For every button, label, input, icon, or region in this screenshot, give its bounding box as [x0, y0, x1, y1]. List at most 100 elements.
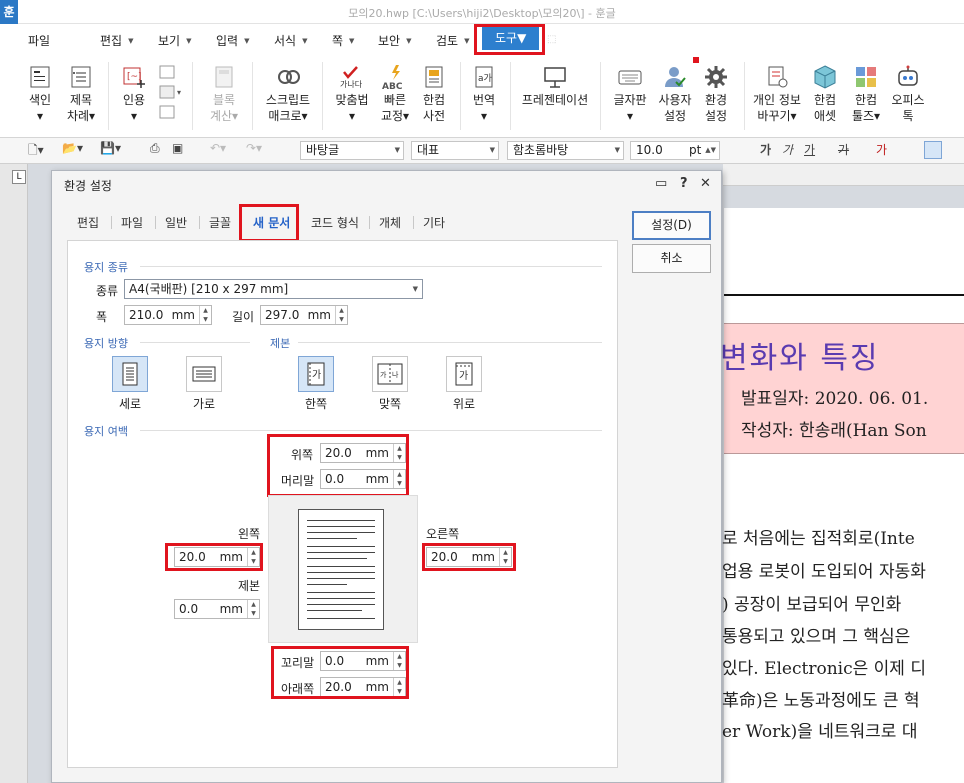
ruler-corner-button[interactable]: L	[12, 170, 26, 184]
gutter-input[interactable]: 0.0 mm ▲ ▼	[174, 599, 260, 619]
spin-icon[interactable]: ▲ ▼	[247, 548, 259, 566]
spin-icon[interactable]: ▲ ▼	[335, 306, 347, 324]
ribbon-asset-button[interactable]: 한컴 애셋	[806, 64, 844, 124]
ribbon-user-settings-label2: 설정	[663, 109, 687, 123]
ribbon-quick-fix-button[interactable]: ABC 빠른 교정▾	[376, 64, 414, 124]
ribbon-cite-extras[interactable]: ▾	[154, 64, 184, 122]
spin-icon: ▲▼	[705, 146, 716, 154]
menu-insert[interactable]: 입력 ▼	[216, 32, 249, 49]
bold-button[interactable]: 가	[760, 141, 771, 158]
window-title: 모의20.hwp [C:\Users\hiji2\Desktop\모의20\] …	[348, 7, 616, 20]
body-line: 革命)은 노동과정에도 큰 혁	[722, 691, 920, 711]
menu-tools[interactable]: 도구▼	[482, 27, 539, 50]
bottom-margin-input[interactable]: 20.0 mm ▲ ▼	[320, 677, 406, 697]
shape-select[interactable]: 대표 ▼	[411, 141, 499, 160]
left-margin-input[interactable]: 20.0 mm ▲ ▼	[174, 547, 260, 567]
header-margin-input[interactable]: 0.0 mm ▲ ▼	[320, 469, 406, 489]
cancel-button[interactable]: 취소	[632, 244, 711, 273]
left-margin-unit: mm	[219, 550, 243, 564]
top-margin-input[interactable]: 20.0 mm ▲ ▼	[320, 443, 406, 463]
ribbon-cite-button[interactable]: [~] 인용 ▾	[114, 64, 154, 124]
ribbon-presentation-button[interactable]: 프레젠테이션	[518, 64, 592, 108]
spin-icon[interactable]: ▲ ▼	[199, 306, 211, 324]
ribbon-toc-button[interactable]: 제목 차례▾	[62, 64, 100, 124]
portrait-option[interactable]	[112, 356, 148, 392]
ribbon-translate-button[interactable]: a가 번역 ▾	[466, 64, 502, 124]
width-input[interactable]: 210.0 mm ▲ ▼	[124, 305, 212, 325]
svg-text:나: 나	[392, 370, 399, 379]
tab-edit[interactable]: 편집	[77, 214, 99, 231]
spin-icon[interactable]: ▲ ▼	[393, 470, 405, 488]
comment-icon[interactable]: ▭	[655, 176, 667, 191]
tab-separator	[155, 216, 156, 229]
ribbon-office-talk-button[interactable]: 오피스 톡	[888, 64, 928, 124]
undo-icon[interactable]: ↶▾	[210, 141, 226, 155]
dialog-title-bar[interactable]	[52, 171, 721, 199]
spin-icon[interactable]: ▲ ▼	[499, 548, 511, 566]
menu-file[interactable]: 파일	[28, 32, 50, 49]
ribbon-privacy-button[interactable]: 개인 정보 바꾸기▾	[752, 64, 802, 124]
ribbon-spell-button[interactable]: 가나다 맞춤법 ▾	[332, 64, 372, 124]
ribbon-keyboard-button[interactable]: 글자판 ▾	[610, 64, 650, 124]
spin-icon[interactable]: ▲ ▼	[393, 652, 405, 670]
redo-icon[interactable]: ↷▾	[246, 141, 262, 155]
open-folder-icon[interactable]: 📂▾	[62, 141, 83, 155]
landscape-option[interactable]	[186, 356, 222, 392]
font-size-input[interactable]: 10.0 pt ▲▼	[630, 141, 720, 160]
underline-button[interactable]: 가	[804, 141, 815, 158]
preview-icon[interactable]: ▣	[172, 141, 183, 155]
window-options-icon[interactable]: ⬚	[547, 34, 563, 45]
menu-format-label: 서식	[274, 34, 297, 48]
strikethrough-button[interactable]: 가	[838, 141, 849, 158]
ribbon-script-button[interactable]: 스크립트 매크로▾	[262, 64, 314, 124]
italic-button[interactable]: 가	[782, 141, 793, 158]
ribbon-env-settings-button[interactable]: 환경 설정	[698, 64, 734, 124]
tab-other[interactable]: 기타	[423, 214, 445, 231]
ribbon-hancom-tools-button[interactable]: 한컴 툴즈▾	[846, 64, 886, 124]
spin-icon[interactable]: ▲ ▼	[247, 600, 259, 618]
right-margin-input[interactable]: 20.0 mm ▲ ▼	[426, 547, 512, 567]
facing-pages-icon: 가나	[377, 363, 403, 385]
ribbon-index-button[interactable]: 색인 ▾	[18, 64, 62, 124]
menu-edit[interactable]: 편집 ▼	[100, 32, 133, 49]
ribbon-env-settings-label2: 설정	[704, 109, 728, 123]
menu-page[interactable]: 쪽 ▼	[332, 32, 354, 49]
tab-font[interactable]: 글꼴	[209, 214, 231, 231]
print-icon[interactable]: ⎙	[150, 141, 160, 156]
footer-margin-input[interactable]: 0.0 mm ▲ ▼	[320, 651, 406, 671]
tab-general[interactable]: 일반	[165, 214, 187, 231]
ribbon-dictionary-button[interactable]: 한컴 사전	[416, 64, 452, 124]
font-select[interactable]: 함초롬바탕 ▼	[507, 141, 624, 160]
binding-facing-option[interactable]: 가나	[372, 356, 408, 392]
menu-review[interactable]: 검토 ▼	[436, 32, 469, 49]
paper-type-select[interactable]: A4(국배판) [210 x 297 mm] ▼	[124, 279, 423, 299]
font-color-button[interactable]: 가	[876, 141, 887, 158]
citation-icon: [~]	[123, 67, 145, 88]
ribbon-user-settings-button[interactable]: 사용자 설정	[656, 64, 694, 124]
menu-security-label: 보안	[378, 34, 401, 48]
menu-tools-label: 도구	[495, 31, 518, 45]
menu-security[interactable]: 보안 ▼	[378, 32, 411, 49]
style-select[interactable]: 바탕글 ▼	[300, 141, 404, 160]
tab-object[interactable]: 개체	[379, 214, 401, 231]
spin-icon[interactable]: ▲ ▼	[393, 678, 405, 696]
preview-line	[307, 604, 375, 605]
new-document-icon[interactable]: 🗋▾	[28, 141, 44, 162]
binding-single-option[interactable]: 가	[298, 356, 334, 392]
spin-icon[interactable]: ▲ ▼	[393, 444, 405, 462]
ok-button[interactable]: 설정(D)	[632, 211, 711, 240]
tab-file[interactable]: 파일	[121, 214, 143, 231]
align-justify-button[interactable]	[924, 141, 942, 159]
menu-format[interactable]: 서식 ▼	[274, 32, 307, 49]
tab-code-format[interactable]: 코드 형식	[311, 214, 359, 231]
help-icon[interactable]: ?	[680, 176, 688, 191]
preview-line	[307, 566, 375, 567]
ribbon-block-calc-button[interactable]: 블록 계산▾	[204, 64, 244, 124]
menu-view[interactable]: 보기 ▼	[158, 32, 191, 49]
tab-new-document[interactable]: 새 문서	[253, 214, 290, 231]
height-input[interactable]: 297.0 mm ▲ ▼	[260, 305, 348, 325]
close-icon[interactable]: ✕	[700, 176, 711, 191]
document-date: 발표일자: 2020. 06. 01.	[741, 389, 929, 409]
binding-top-option[interactable]: 가	[446, 356, 482, 392]
save-icon[interactable]: 💾▾	[100, 141, 121, 155]
